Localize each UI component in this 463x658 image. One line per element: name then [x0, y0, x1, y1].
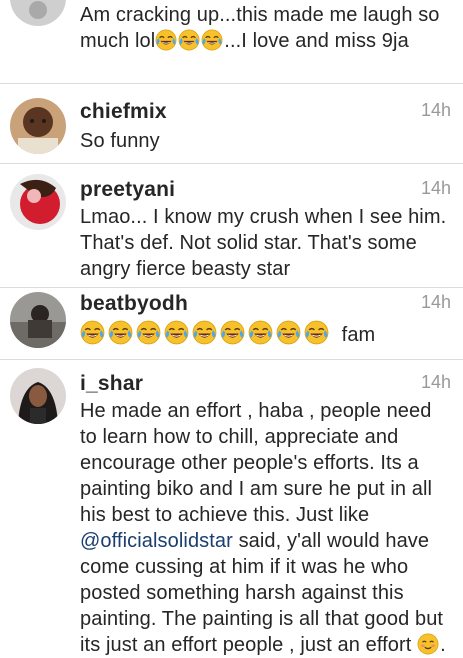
comment-text: fam: [80, 320, 448, 348]
avatar[interactable]: [10, 174, 66, 230]
avatar[interactable]: [10, 368, 66, 424]
tears-of-joy-emoji-icon: [136, 320, 161, 345]
avatar[interactable]: [10, 98, 66, 154]
comment-item: chiefmix 14h So funny: [0, 84, 463, 164]
tears-of-joy-emoji-icon: [304, 320, 329, 345]
timestamp: 14h: [420, 292, 451, 312]
comment-text: Am cracking up...this made me laugh so m…: [80, 4, 440, 52]
username-link[interactable]: i_shar: [80, 372, 143, 396]
tears-of-joy-emoji-icon: [178, 29, 200, 51]
comment-text: So funny: [80, 130, 160, 152]
avatar[interactable]: [10, 0, 66, 26]
mention-link[interactable]: @officialsolidstar: [80, 530, 233, 552]
comment-item: beatbyodh 14h fam: [0, 288, 463, 360]
tears-of-joy-emoji-icon: [155, 29, 177, 51]
tears-of-joy-emoji-icon: [276, 320, 301, 345]
timestamp: 14h: [420, 372, 451, 392]
tears-of-joy-emoji-icon: [192, 320, 217, 345]
username-link[interactable]: beatbyodh: [80, 292, 188, 316]
timestamp: 14h: [420, 100, 451, 120]
tears-of-joy-emoji-icon: [248, 320, 273, 345]
avatar[interactable]: [10, 292, 66, 348]
tears-of-joy-emoji-icon: [108, 320, 133, 345]
username-link[interactable]: chiefmix: [80, 100, 167, 124]
tears-of-joy-emoji-icon: [80, 320, 105, 345]
tears-of-joy-emoji-icon: [220, 320, 245, 345]
comment-item: preetyani 14h Lmao... I know my crush wh…: [0, 164, 463, 288]
timestamp: 14h: [420, 178, 451, 198]
comment-text: He made an effort , haba , people need t…: [80, 400, 446, 656]
comment-item: Am cracking up...this made me laugh so m…: [0, 0, 463, 84]
tears-of-joy-emoji-icon: [164, 320, 189, 345]
comment-text: Lmao... I know my crush when I see him. …: [80, 206, 447, 280]
smiling-blush-emoji-icon: [417, 633, 439, 655]
username-link[interactable]: preetyani: [80, 178, 175, 202]
comment-item: i_shar 14h He made an effort , haba , pe…: [0, 360, 463, 658]
tears-of-joy-emoji-icon: [201, 29, 223, 51]
